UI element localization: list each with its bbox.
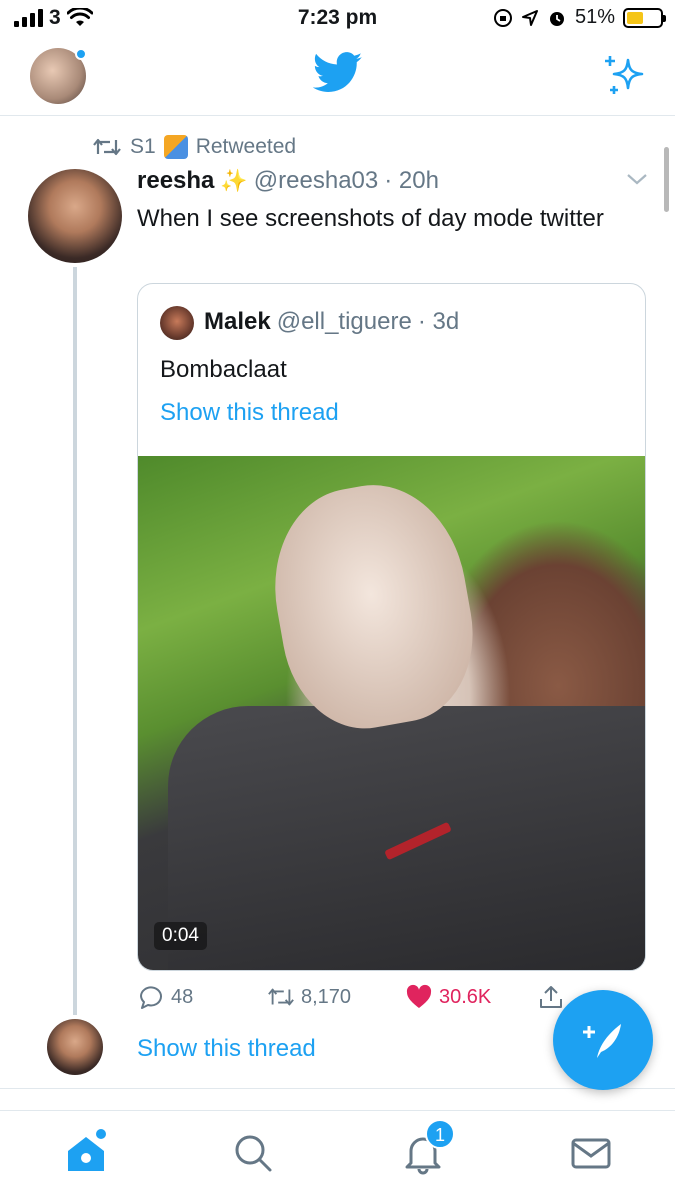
nav-search[interactable] — [231, 1131, 275, 1175]
like-button[interactable]: 30.6K — [405, 983, 491, 1011]
app-header — [0, 38, 675, 116]
reply-count: 48 — [171, 985, 194, 1008]
share-icon — [540, 986, 562, 1008]
video-figure-hand — [258, 471, 488, 741]
nav-home[interactable] — [64, 1129, 108, 1175]
location-icon — [521, 9, 538, 26]
home-unread-dot — [96, 1129, 106, 1139]
thread-line — [73, 267, 77, 1015]
retweet-button[interactable]: 8,170 — [267, 983, 351, 1011]
feather-plus-icon — [583, 1024, 621, 1058]
sparkle-icon[interactable] — [600, 52, 648, 100]
reply-button[interactable]: 48 — [137, 983, 193, 1011]
author-row: reesha ✨ @reesha03 · 20h — [137, 167, 439, 195]
retweet-icon — [268, 988, 294, 1006]
retweet-icon — [93, 138, 121, 156]
video-thumbnail[interactable]: 0:04 — [138, 456, 645, 970]
video-figure-jacket — [168, 706, 645, 970]
nav-messages[interactable] — [569, 1131, 613, 1175]
quoted-show-thread-link[interactable]: Show this thread — [160, 399, 339, 427]
compose-tweet-button[interactable] — [553, 990, 653, 1090]
profile-avatar[interactable] — [30, 48, 87, 104]
author-handle: @reesha03 — [253, 167, 379, 194]
quoted-avatar — [160, 306, 194, 340]
scrollbar[interactable] — [664, 147, 669, 212]
show-thread-link[interactable]: Show this thread — [137, 1035, 316, 1063]
twitter-bird-icon[interactable] — [313, 52, 363, 94]
envelope-icon — [571, 1138, 611, 1169]
tweet[interactable]: S1 Retweeted reesha ✨ @reesha03 · 20h Wh… — [0, 117, 675, 1089]
share-button[interactable] — [537, 983, 565, 1011]
thread-avatar[interactable] — [47, 1019, 103, 1075]
retweet-context: S1 Retweeted — [92, 135, 296, 159]
status-icons: 51% — [493, 6, 666, 29]
alarm-icon — [549, 11, 564, 26]
battery-percent: 51% — [574, 6, 615, 28]
reply-icon — [140, 986, 162, 1009]
quoted-author-row: Malek @ell_tiguere · 3d — [204, 308, 459, 336]
rotation-lock-icon — [493, 8, 512, 27]
search-icon — [235, 1135, 272, 1172]
sparkles-emoji: ✨ — [220, 168, 248, 193]
video-duration: 0:04 — [154, 922, 207, 950]
bottom-nav: 1 — [0, 1110, 675, 1200]
tweet-text: When I see screenshots of day mode twitt… — [137, 205, 604, 232]
nav-notifications[interactable]: 1 — [401, 1119, 455, 1175]
status-bar: 3 7:23 pm 51% — [0, 0, 675, 38]
masks-emoji-icon — [163, 135, 188, 159]
author-name[interactable]: reesha — [137, 167, 214, 195]
quoted-tweet-time: · 3d — [417, 308, 460, 335]
retweeted-by[interactable]: S1 — [130, 135, 156, 159]
notifications-badge: 1 — [425, 1119, 455, 1149]
tweet-time: · 20h — [384, 167, 439, 194]
chevron-down-icon[interactable] — [624, 169, 650, 189]
heart-icon — [406, 984, 432, 1008]
battery-icon — [623, 7, 666, 28]
quoted-tweet[interactable]: Malek @ell_tiguere · 3d Bombaclaat Show … — [137, 283, 646, 971]
quoted-tweet-text: Bombaclaat — [160, 356, 287, 383]
retweet-count: 8,170 — [301, 985, 352, 1008]
quoted-author-name: Malek — [204, 308, 271, 335]
unread-dot — [75, 48, 87, 60]
retweeted-label: Retweeted — [195, 135, 297, 158]
like-count: 30.6K — [439, 985, 492, 1008]
author-avatar[interactable] — [28, 169, 122, 263]
quoted-author-handle: @ell_tiguere — [276, 308, 412, 335]
